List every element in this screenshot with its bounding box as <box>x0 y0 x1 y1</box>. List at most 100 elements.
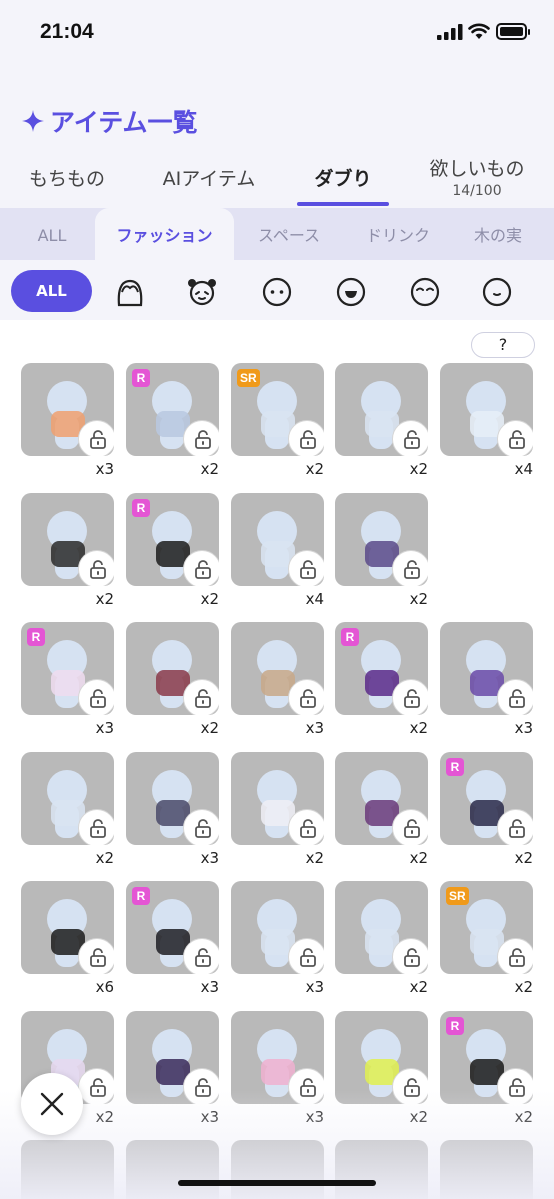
eyes-face-icon[interactable] <box>261 276 293 308</box>
item-count: x2 <box>200 589 219 608</box>
item-count: x4 <box>514 460 533 478</box>
item-card[interactable] <box>231 751 324 845</box>
lock-button[interactable] <box>288 679 324 715</box>
item-count: x2 <box>409 848 428 867</box>
lock-button[interactable] <box>392 549 428 586</box>
lock-button[interactable] <box>183 938 219 974</box>
lock-icon <box>300 559 316 579</box>
bear-face-icon[interactable] <box>186 276 218 308</box>
lock-button[interactable] <box>78 679 114 715</box>
lock-icon <box>404 689 420 708</box>
item-card[interactable]: R <box>126 363 219 456</box>
item-card[interactable] <box>126 751 219 845</box>
page-title: アイテム一覧 <box>22 103 198 139</box>
nose-face-icon[interactable] <box>481 276 513 308</box>
signal-icon <box>437 24 463 40</box>
subtab-fashion[interactable]: ファッション <box>95 208 234 260</box>
item-card[interactable] <box>126 622 219 715</box>
lock-button[interactable] <box>497 679 533 715</box>
lock-button[interactable] <box>288 420 324 456</box>
item-count: x2 <box>305 848 324 867</box>
eyebrow-face-icon[interactable] <box>409 276 441 308</box>
item-card[interactable] <box>335 751 428 845</box>
rarity-badge: SR <box>446 887 469 905</box>
lock-button[interactable] <box>183 808 219 845</box>
filter-all-button[interactable]: ALL <box>11 270 92 312</box>
item-card[interactable]: R <box>126 881 219 974</box>
lock-button[interactable] <box>497 938 533 974</box>
lock-icon <box>90 948 106 967</box>
lock-button[interactable] <box>288 808 324 845</box>
subtab-all[interactable]: ALL <box>14 208 90 260</box>
item-card[interactable] <box>21 492 114 586</box>
item-card[interactable]: R <box>126 492 219 586</box>
lock-icon <box>300 818 316 838</box>
subtab-space[interactable]: スペース <box>240 208 338 260</box>
lock-icon <box>300 430 316 449</box>
item-card[interactable] <box>440 622 533 715</box>
page-title-text: アイテム一覧 <box>50 108 198 137</box>
tab-label: もちもの <box>28 168 105 190</box>
close-icon <box>40 1092 64 1116</box>
lock-button[interactable] <box>392 808 428 845</box>
sparkle-icon <box>22 110 44 132</box>
status-time: 21:04 <box>40 20 94 43</box>
lock-icon <box>90 689 106 708</box>
item-count: x3 <box>95 460 114 478</box>
item-card[interactable]: R <box>21 622 114 715</box>
item-card[interactable] <box>231 622 324 715</box>
lock-icon <box>509 689 525 708</box>
lock-icon <box>195 689 211 708</box>
tab-mochimono[interactable]: もちもの <box>14 150 120 208</box>
item-card[interactable]: SR <box>440 881 533 974</box>
lock-button[interactable] <box>392 420 428 456</box>
lock-button[interactable] <box>78 420 114 456</box>
item-card[interactable] <box>21 363 114 456</box>
lock-button[interactable] <box>392 938 428 974</box>
lock-button[interactable] <box>497 420 533 456</box>
rarity-badge: R <box>446 1016 464 1035</box>
rarity-badge: R <box>132 498 150 517</box>
item-card[interactable] <box>335 492 428 586</box>
rarity-badge: R <box>27 628 45 646</box>
item-card[interactable] <box>440 363 533 456</box>
lock-button[interactable] <box>183 420 219 456</box>
lock-icon <box>404 430 420 449</box>
tab-ai-items[interactable]: AIアイテム <box>146 150 272 208</box>
lock-button[interactable] <box>78 549 114 586</box>
item-card[interactable] <box>335 881 428 974</box>
tab-wishlist[interactable]: 欲しいもの 14/100 <box>414 150 540 208</box>
lock-icon <box>195 948 211 967</box>
lock-icon <box>195 559 211 579</box>
item-card[interactable] <box>21 751 114 845</box>
subtab-nuts[interactable]: 木の実 <box>455 208 541 260</box>
lock-button[interactable] <box>392 679 428 715</box>
item-card[interactable] <box>335 363 428 456</box>
lock-button[interactable] <box>497 808 533 845</box>
lock-button[interactable] <box>78 808 114 845</box>
lock-button[interactable] <box>288 549 324 586</box>
item-card[interactable]: SR <box>231 363 324 456</box>
lock-icon <box>90 559 106 579</box>
rarity-badge: R <box>341 628 359 646</box>
hair-icon[interactable] <box>114 276 146 308</box>
lock-button[interactable] <box>183 679 219 715</box>
item-count: x2 <box>409 589 428 608</box>
mouth-face-icon[interactable] <box>335 276 367 308</box>
lock-icon <box>509 430 525 449</box>
item-card[interactable] <box>231 492 324 586</box>
item-count: x2 <box>95 589 114 608</box>
lock-button[interactable] <box>78 938 114 974</box>
item-card[interactable]: R <box>335 622 428 715</box>
subtab-drink[interactable]: ドリンク <box>349 208 447 260</box>
help-button[interactable]: ? <box>471 332 535 358</box>
tab-duplicates[interactable]: ダブり <box>297 150 389 208</box>
rarity-badge: SR <box>237 369 260 387</box>
close-button[interactable] <box>21 1073 83 1135</box>
item-card[interactable] <box>231 881 324 974</box>
lock-button[interactable] <box>183 549 219 586</box>
lock-button[interactable] <box>288 938 324 974</box>
lock-icon <box>300 689 316 708</box>
item-card[interactable]: R <box>440 751 533 845</box>
item-card[interactable] <box>21 881 114 974</box>
